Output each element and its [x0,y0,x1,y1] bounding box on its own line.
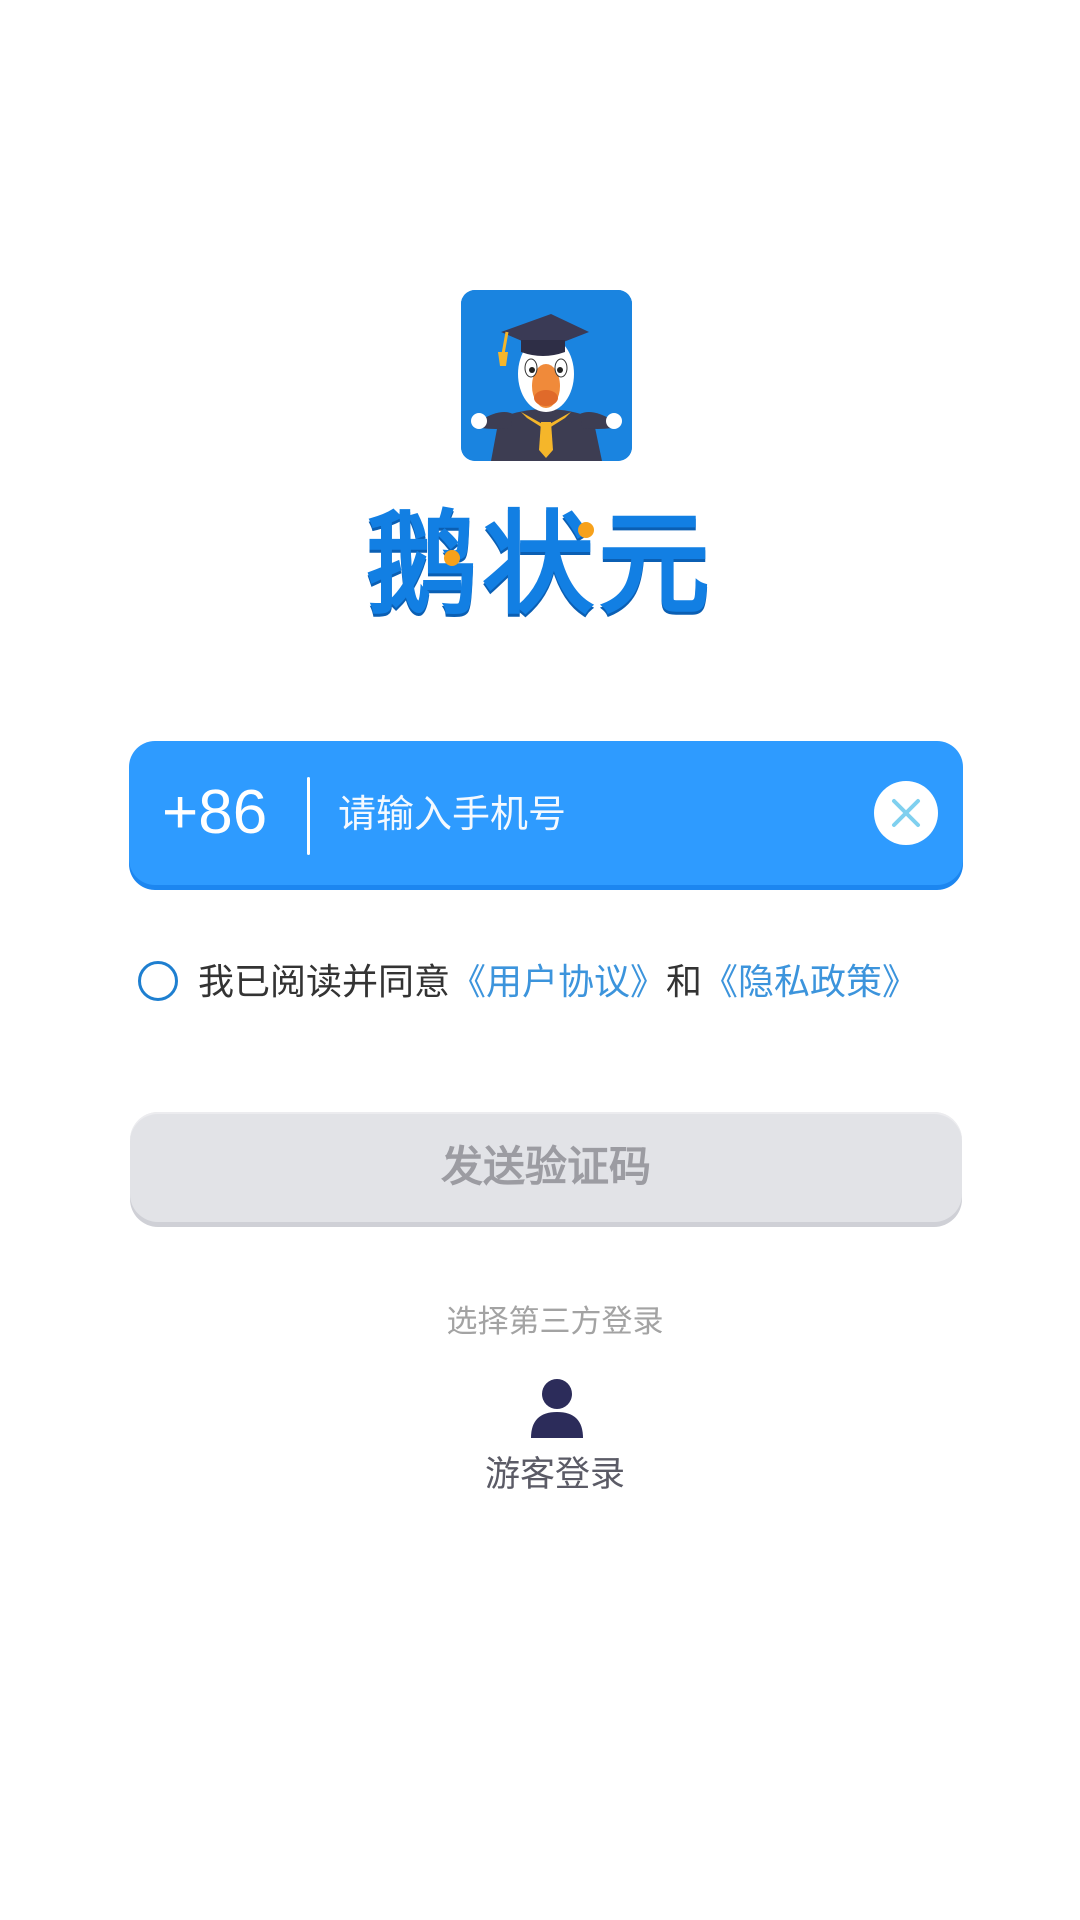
send-code-button[interactable]: 发送验证码 [130,1112,962,1222]
user-icon [531,1379,583,1438]
close-icon [892,799,920,827]
user-agreement-link[interactable]: 《用户协议》 [450,962,666,1003]
phone-number-input[interactable] [336,773,860,855]
guest-login-label: 游客登录 [484,1455,625,1495]
agreement-prefix: 我已阅读并同意 [198,962,451,1003]
privacy-policy-link[interactable]: 《隐私政策》 [702,962,918,1003]
agreement-conjunction: 和 [666,962,703,1003]
phone-input-box: +86 [129,741,963,885]
wordmark-accent-dot [578,522,594,538]
clear-input-button[interactable] [874,781,938,845]
country-code[interactable]: +86 [162,741,267,885]
goose-graduate-icon [461,290,632,461]
input-divider [307,777,310,855]
guest-login-button[interactable]: 游客登录 [470,1370,640,1510]
wordmark-accent-dot [444,550,460,566]
wordmark-text: 鹅状元 [366,500,714,630]
agreement-text: 我已阅读并同意《用户协议》和《隐私政策》 [198,955,918,1011]
app-wordmark: 鹅状元 [0,500,1080,630]
third-party-login-title: 选择第三方登录 [446,1304,664,1340]
agree-checkbox[interactable] [138,961,178,1001]
app-logo-icon [461,290,632,461]
